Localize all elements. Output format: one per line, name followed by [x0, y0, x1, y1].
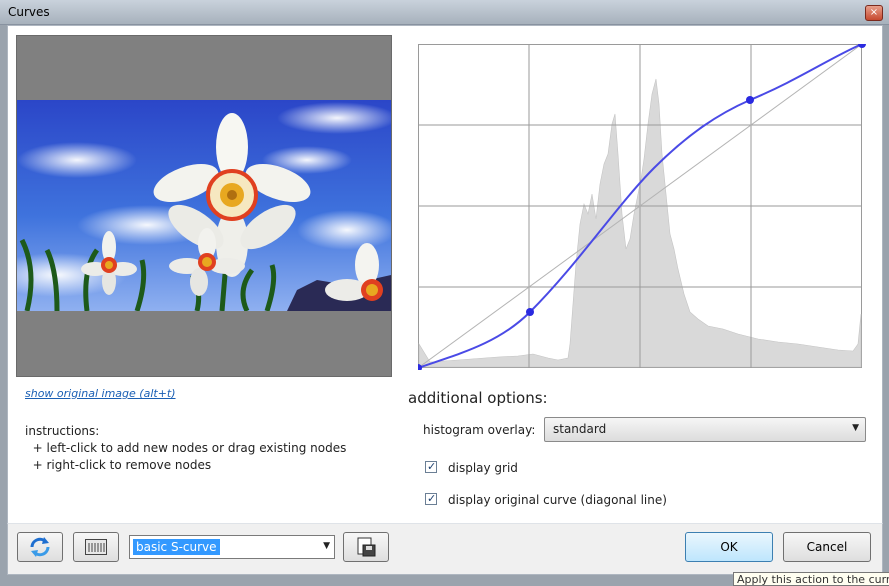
instructions-heading: instructions: [25, 424, 100, 438]
histogram-overlay-select[interactable]: standard ▼ [544, 417, 866, 442]
curve-canvas[interactable] [418, 44, 866, 370]
curve-node[interactable] [746, 96, 754, 104]
histogram-button[interactable] [73, 532, 119, 562]
additional-options-heading: additional options: [408, 389, 548, 407]
curve-node[interactable] [526, 308, 534, 316]
ok-button[interactable]: OK [685, 532, 773, 562]
reset-icon [30, 537, 50, 557]
save-icon [357, 537, 376, 557]
preview-photo [17, 100, 391, 311]
window-title: Curves [8, 5, 50, 19]
save-preset-button[interactable] [343, 532, 389, 562]
show-original-link[interactable]: show original image (alt+t) [25, 387, 176, 400]
instruction-line: + left-click to add new nodes or drag ex… [25, 441, 347, 455]
display-original-curve-label[interactable]: display original curve (diagonal line) [448, 493, 667, 507]
cancel-button[interactable]: Cancel [783, 532, 871, 562]
image-preview [16, 35, 392, 377]
instruction-line: + right-click to remove nodes [25, 458, 212, 472]
tooltip: Apply this action to the curre [733, 572, 889, 586]
histogram-icon [85, 539, 107, 555]
display-original-curve-checkbox[interactable]: ✓ [425, 492, 437, 505]
title-bar: Curves × [0, 0, 889, 25]
histogram-overlay-label: histogram overlay: [423, 423, 536, 437]
preset-combobox[interactable]: basic S-curve ▼ [129, 535, 335, 559]
chevron-down-icon[interactable]: ▼ [323, 541, 330, 551]
curves-dialog: Curves × show original image (alt+t) ins… [0, 0, 889, 586]
preset-value: basic S-curve [133, 539, 220, 555]
close-icon[interactable]: × [865, 5, 883, 21]
curve-editor[interactable] [418, 44, 866, 370]
display-grid-checkbox[interactable]: ✓ [425, 460, 437, 473]
instructions: instructions: + left-click to add new no… [25, 423, 346, 474]
bottom-toolbar: basic S-curve ▼ OK Cancel [7, 523, 883, 575]
dialog-content: show original image (alt+t) instructions… [7, 25, 883, 525]
reset-button[interactable] [17, 532, 63, 562]
histogram-overlay-value: standard [553, 422, 607, 436]
display-grid-label[interactable]: display grid [448, 461, 518, 475]
chevron-down-icon: ▼ [852, 423, 859, 433]
